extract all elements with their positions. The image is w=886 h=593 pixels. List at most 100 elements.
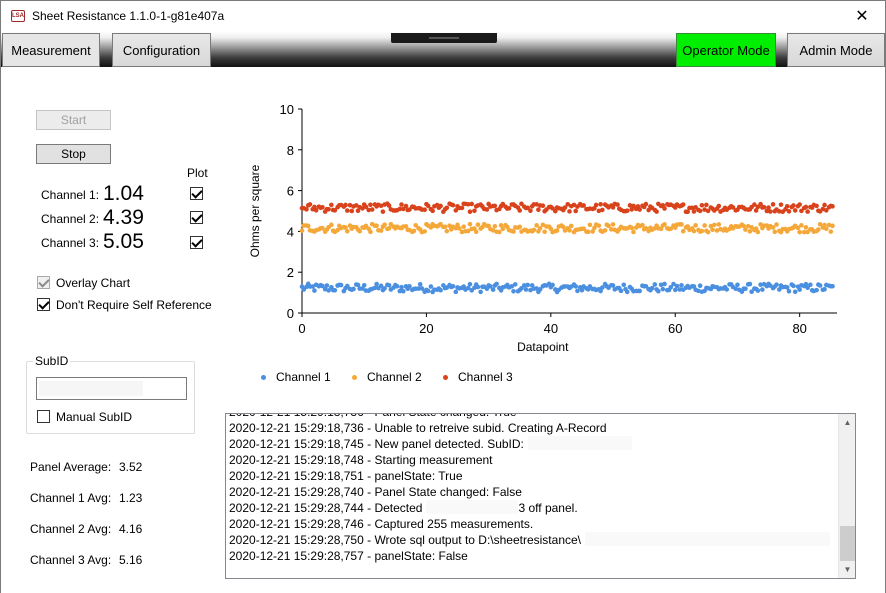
- data-point-channel-1: [573, 284, 579, 289]
- tab-bar: Measurement Configuration Operator Mode …: [1, 31, 885, 67]
- channel-3-avg-value: 5.16: [119, 553, 143, 567]
- data-point-channel-3: [778, 202, 784, 207]
- data-point-channel-1: [814, 287, 819, 293]
- data-point-channel-3: [422, 207, 427, 213]
- data-point-channel-3: [805, 209, 810, 214]
- overlay-chart-checkbox[interactable]: [37, 276, 50, 289]
- data-point-channel-1: [386, 283, 392, 288]
- data-point-channel-2: [368, 229, 373, 235]
- data-point-channel-3: [540, 203, 546, 209]
- data-point-channel-3: [761, 204, 767, 210]
- data-point-channel-2: [511, 229, 516, 234]
- x-tick-label: 0: [298, 321, 305, 336]
- data-point-channel-2: [568, 223, 574, 229]
- close-button[interactable]: ✕: [839, 1, 885, 31]
- log-line: 2020-12-21 15:29:28,746 - Captured 255 m…: [229, 517, 534, 531]
- data-point-channel-3: [307, 202, 313, 207]
- data-point-channel-1: [438, 287, 443, 293]
- data-point-channel-2: [585, 229, 591, 235]
- data-point-channel-2: [631, 229, 636, 235]
- panel-average-label: Panel Average:: [30, 460, 112, 474]
- scroll-thumb[interactable]: [840, 526, 855, 561]
- log-lines: 2020-12-21 15:29:18,736 - Panel State ch…: [229, 414, 835, 564]
- data-point-channel-3: [399, 202, 404, 207]
- data-point-channel-2: [411, 228, 417, 234]
- data-point-channel-1: [467, 281, 473, 287]
- log-line: 2020-12-21 15:29:18,751 - panelState: Tr…: [229, 469, 463, 483]
- manual-subid-checkbox[interactable]: [37, 410, 50, 423]
- y-tick-label: 6: [287, 184, 294, 199]
- data-point-channel-1: [830, 283, 835, 289]
- data-point-channel-3: [600, 207, 605, 213]
- log-line: 2020-12-21 15:29:18,745 - New panel dete…: [229, 436, 835, 452]
- channel-1-plot-checkbox[interactable]: [190, 187, 203, 200]
- tab-measurement[interactable]: Measurement: [2, 33, 100, 67]
- data-point-channel-2: [554, 228, 560, 233]
- data-point-channel-3: [344, 208, 350, 213]
- data-point-channel-3: [598, 201, 603, 207]
- y-axis-title: Ohms per square: [248, 164, 262, 257]
- data-point-channel-1: [724, 287, 730, 292]
- y-tick-label: 10: [280, 102, 294, 117]
- data-point-channel-3: [450, 202, 456, 208]
- y-tick-label: 2: [287, 265, 294, 280]
- channel-2-plot-checkbox[interactable]: [190, 211, 203, 224]
- data-point-channel-1: [407, 283, 412, 289]
- data-point-channel-2: [774, 222, 779, 227]
- data-point-channel-3: [380, 209, 386, 214]
- data-point-channel-2: [475, 222, 481, 227]
- data-point-channel-3: [320, 204, 325, 210]
- data-point-channel-2: [374, 223, 379, 228]
- data-point-channel-3: [472, 208, 477, 214]
- data-point-channel-3: [766, 205, 771, 210]
- measurement-panel: Start Stop Plot Channel 1: 1.04 Channel …: [1, 67, 885, 593]
- data-point-channel-1: [374, 281, 379, 287]
- data-point-channel-2: [517, 224, 523, 230]
- data-point-channel-1: [637, 288, 642, 294]
- log-scrollbar[interactable]: ▲ ▼: [838, 414, 855, 578]
- data-point-channel-1: [338, 282, 344, 288]
- scroll-up-icon[interactable]: ▲: [839, 414, 855, 431]
- data-point-channel-2: [357, 228, 363, 234]
- data-point-channel-2: [305, 223, 311, 229]
- data-point-channel-2: [772, 229, 778, 235]
- data-point-channel-1: [312, 288, 317, 293]
- operator-mode-button[interactable]: Operator Mode: [676, 33, 776, 67]
- data-point-channel-3: [768, 209, 773, 214]
- data-point-channel-3: [662, 206, 667, 211]
- data-point-channel-3: [444, 205, 450, 211]
- data-point-channel-3: [469, 201, 475, 207]
- data-point-channel-2: [442, 224, 448, 230]
- channel-3-plot-checkbox[interactable]: [190, 236, 203, 249]
- data-point-channel-3: [326, 206, 331, 212]
- data-point-channel-1: [760, 287, 765, 292]
- tab-configuration[interactable]: Configuration: [112, 33, 211, 67]
- admin-mode-button[interactable]: Admin Mode: [787, 33, 885, 67]
- drawer-handle[interactable]: [391, 33, 497, 43]
- data-point-channel-3: [343, 202, 348, 208]
- log-line: 2020-12-21 15:29:28,750 - Wrote sql outp…: [229, 532, 835, 548]
- start-button[interactable]: Start: [36, 110, 111, 130]
- data-point-channel-2: [679, 222, 684, 227]
- data-point-channel-2: [712, 222, 717, 228]
- subid-input[interactable]: [36, 377, 187, 400]
- data-point-channel-2: [542, 229, 547, 235]
- no-self-reference-checkbox[interactable]: [37, 298, 50, 311]
- data-point-channel-1: [478, 289, 483, 295]
- channel-1-avg-label: Channel 1 Avg:: [30, 491, 112, 505]
- data-point-channel-3: [830, 204, 835, 209]
- app-window: LSA Sheet Resistance 1.1.0-1-g81e407a ✕ …: [0, 0, 886, 593]
- redacted-text: [426, 500, 519, 514]
- data-point-channel-1: [399, 284, 404, 290]
- scroll-down-icon[interactable]: ▼: [839, 561, 855, 578]
- data-point-channel-1: [550, 282, 555, 288]
- data-point-channel-3: [643, 201, 649, 207]
- log-output[interactable]: 2020-12-21 15:29:18,736 - Panel State ch…: [225, 413, 856, 579]
- data-point-channel-1: [755, 288, 761, 293]
- data-point-channel-2: [799, 223, 804, 228]
- data-point-channel-1: [475, 284, 481, 290]
- data-point-channel-2: [461, 224, 467, 230]
- stop-button[interactable]: Stop: [36, 144, 111, 164]
- data-point-channel-2: [816, 227, 821, 232]
- y-tick-label: 8: [287, 143, 294, 158]
